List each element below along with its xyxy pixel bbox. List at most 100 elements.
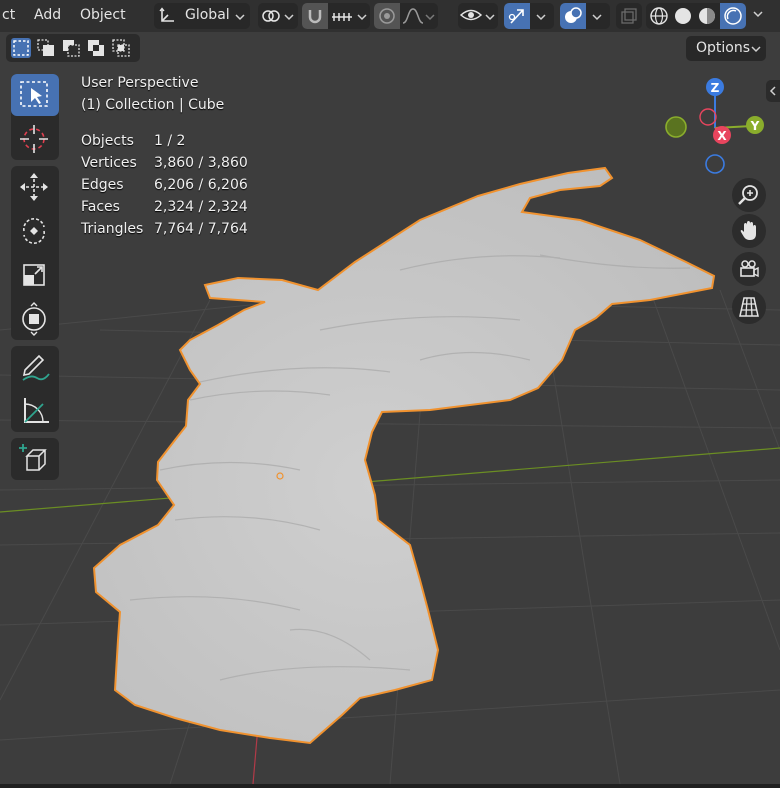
chevron-down-icon [536,14,546,21]
move-icon [20,173,48,201]
magnet-icon [308,10,322,24]
selected-mesh [92,166,716,745]
menu-select[interactable]: ct [2,7,15,23]
blender-window: { "header": { "menus": ["ct", "Add", "Ob… [0,0,780,788]
tool-move[interactable] [11,166,59,208]
gizmo-neg-z[interactable] [705,154,725,174]
navigation-gizmo[interactable]: Z Y X [660,76,770,176]
gizmo-neg-x[interactable] [699,108,717,126]
tool-scale[interactable] [11,254,59,296]
falloff-curve-icon[interactable] [402,7,424,25]
camera-icon [740,260,759,278]
annotate-pencil-icon [22,354,50,381]
chevron-down-icon [284,14,294,21]
rendered-shading-button[interactable] [720,3,746,29]
mode-intersect-button[interactable] [111,38,131,58]
options-label: Options [696,40,751,56]
stat-value: 7,764 / 7,764 [154,221,248,237]
pivot-icon [262,10,280,22]
tool-select-box[interactable] [11,74,59,116]
toolbar-group-select [11,74,59,160]
tool-annotate[interactable] [11,346,59,388]
object-visibility-dropdown[interactable] [458,3,498,29]
solid-shading-icon[interactable] [673,6,693,26]
chevron-down-icon [425,14,435,21]
overlays-toggle[interactable] [560,3,586,29]
proportional-toggle[interactable] [374,3,400,29]
camera-view-button[interactable] [732,252,766,286]
scale-icon [23,264,45,286]
toolbar-group-add [11,438,59,480]
cursor-icon [20,125,48,153]
rendered-shading-icon [724,7,742,25]
chevron-down-icon [592,14,602,21]
snap-toggle[interactable] [302,3,328,29]
chevron-left-icon [769,86,776,96]
y-axis-line [0,447,780,513]
menu-add[interactable]: Add [34,7,61,23]
hand-icon [740,221,756,240]
toolbar-group-transform [11,166,59,340]
menu-object[interactable]: Object [80,7,126,23]
transform-orientation-dropdown[interactable]: Global [154,3,250,29]
mode-extend-button[interactable] [36,38,56,58]
zoom-magnifier-icon [738,185,758,205]
pan-button[interactable] [732,214,766,248]
proportional-icon [379,8,395,24]
tool-rotate[interactable] [11,210,59,252]
chevron-down-icon [485,14,495,21]
stat-label: Edges [81,177,124,193]
gizmo-toggle[interactable] [504,3,530,29]
options-dropdown[interactable]: Options [686,36,766,61]
snap-increment-icon[interactable] [331,8,353,24]
pivot-point-dropdown[interactable] [258,3,298,29]
select-intersect-icon [112,39,130,57]
perspective-toggle-button[interactable] [732,290,766,324]
transform-icon [22,302,46,336]
eye-icon [460,9,482,21]
mode-difference-button[interactable] [86,38,106,58]
mode-new-button[interactable] [11,38,31,58]
gizmo-neg-y[interactable] [665,116,687,138]
stat-value: 6,206 / 6,206 [154,177,248,193]
proportional-editing-group [374,3,438,29]
overlays-group [560,3,610,29]
chevron-down-icon [357,14,367,21]
material-shading-icon[interactable] [697,6,717,26]
select-difference-icon [88,40,104,56]
wireframe-shading-icon[interactable] [649,6,669,26]
collection-info: (1) Collection | Cube [81,97,225,113]
select-new-icon [13,40,29,56]
xray-icon [621,8,637,24]
chevron-down-icon [235,14,245,21]
stat-label: Triangles [81,221,144,237]
chevron-down-icon[interactable] [752,8,764,20]
tool-measure[interactable] [11,390,59,432]
xray-toggle[interactable] [616,3,642,29]
tool-cursor[interactable] [11,118,59,160]
stat-value: 2,324 / 2,324 [154,199,248,215]
mode-subtract-button[interactable] [61,38,81,58]
chevron-down-icon [751,46,761,53]
rotate-icon [23,218,45,244]
snapping-group [302,3,370,29]
shading-group [646,3,746,29]
viewport-header: ct Add Object Global [0,0,780,32]
measure-ruler-icon [24,398,49,423]
select-extend-icon [37,39,54,56]
perspective-grid-icon [739,297,759,317]
sidebar-toggle[interactable] [766,80,780,102]
stat-label: Objects [81,133,134,149]
gizmo-z-label: Z [711,81,720,95]
zoom-button[interactable] [732,178,766,212]
bottom-border [0,784,780,788]
tool-transform[interactable] [11,298,59,340]
select-box-icon [20,81,48,107]
gizmo-x-label: X [717,129,727,143]
select-mode-row [6,34,140,62]
orientation-axes-icon [159,7,174,22]
gizmo-y-label: Y [750,119,760,133]
stat-label: Faces [81,199,120,215]
tool-add-cube[interactable] [11,438,59,480]
add-cube-icon [19,444,47,471]
